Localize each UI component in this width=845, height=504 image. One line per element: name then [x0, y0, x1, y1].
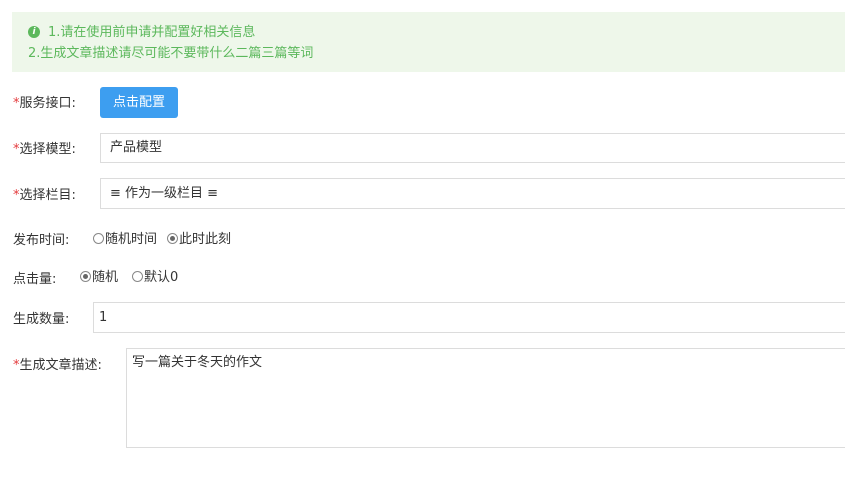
- radio-icon: [93, 233, 104, 244]
- notice-line-2: 2.生成文章描述请尽可能不要带什么二篇三篇等词: [28, 46, 314, 61]
- column-label-text: 选择栏目:: [19, 188, 76, 203]
- column-label: *选择栏目:: [13, 184, 76, 203]
- radio-icon: [132, 271, 144, 282]
- service-label-text: 服务接口:: [19, 96, 76, 111]
- clicks-random-label: 随机: [92, 270, 119, 285]
- radio-checked-icon: [80, 271, 91, 282]
- publish-time-label: 发布时间:: [13, 233, 70, 248]
- model-select[interactable]: 产品模型: [100, 133, 845, 163]
- configure-button[interactable]: 点击配置: [100, 87, 178, 118]
- publish-time-now-label: 此时此刻: [179, 232, 232, 247]
- column-select[interactable]: ≡ 作为一级栏目 ≡: [100, 178, 845, 209]
- description-textarea[interactable]: 写一篇关于冬天的作文: [126, 348, 845, 448]
- notice-line-1: i 1.请在使用前申请并配置好相关信息: [28, 22, 845, 43]
- clicks-random-option[interactable]: 随机: [80, 266, 118, 285]
- publish-time-random-option[interactable]: 随机时间: [93, 228, 157, 247]
- clicks-label: 点击量:: [13, 272, 57, 287]
- count-label: 生成数量:: [13, 312, 70, 327]
- model-label-text: 选择模型:: [19, 142, 76, 157]
- service-label: *服务接口:: [13, 92, 76, 111]
- radio-checked-icon: [167, 233, 179, 244]
- clicks-radio-group: 随机 默认0: [80, 266, 188, 285]
- publish-time-random-label: 随机时间: [105, 232, 158, 247]
- model-label: *选择模型:: [13, 138, 76, 157]
- info-icon: i: [28, 25, 40, 38]
- publish-time-radio-group: 随机时间 此时此刻: [93, 228, 241, 247]
- notice-box: i 1.请在使用前申请并配置好相关信息 2.生成文章描述请尽可能不要带什么二篇三篇…: [12, 12, 845, 72]
- publish-time-now-option[interactable]: 此时此刻: [167, 228, 231, 247]
- count-input[interactable]: 1: [93, 302, 845, 333]
- description-label-text: 生成文章描述:: [19, 358, 102, 373]
- clicks-default-option[interactable]: 默认0: [132, 266, 178, 285]
- clicks-default-label: 默认0: [144, 270, 179, 285]
- description-label: *生成文章描述:: [13, 354, 102, 373]
- notice-line-1-text: 1.请在使用前申请并配置好相关信息: [48, 25, 256, 40]
